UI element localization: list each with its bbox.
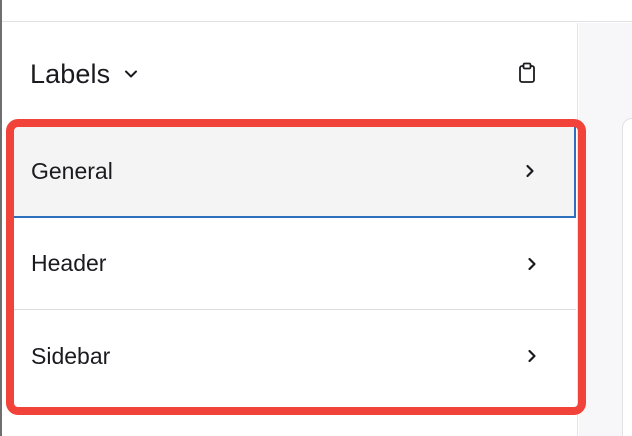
list-item-label: Sidebar <box>31 342 111 369</box>
list-item-sidebar[interactable]: Sidebar <box>14 310 576 402</box>
labels-dropdown[interactable]: Labels <box>30 56 140 92</box>
chevron-right-icon <box>522 163 538 179</box>
list-item-label: General <box>31 157 113 184</box>
chevron-right-icon <box>524 348 540 364</box>
chevron-down-icon <box>122 65 140 83</box>
chevron-right-icon <box>524 256 540 272</box>
clipboard-button[interactable] <box>514 62 540 88</box>
list-item-general[interactable]: General <box>14 126 576 218</box>
main-content-card <box>622 118 632 436</box>
app-window: Labels General Header Sidebar <box>0 0 632 436</box>
top-bar <box>2 0 632 22</box>
clipboard-icon <box>517 62 537 89</box>
list-item-label: Header <box>31 250 107 276</box>
panel-title: Labels <box>30 58 111 89</box>
labels-list: General Header Sidebar <box>14 125 576 402</box>
list-item-header[interactable]: Header <box>14 218 576 310</box>
